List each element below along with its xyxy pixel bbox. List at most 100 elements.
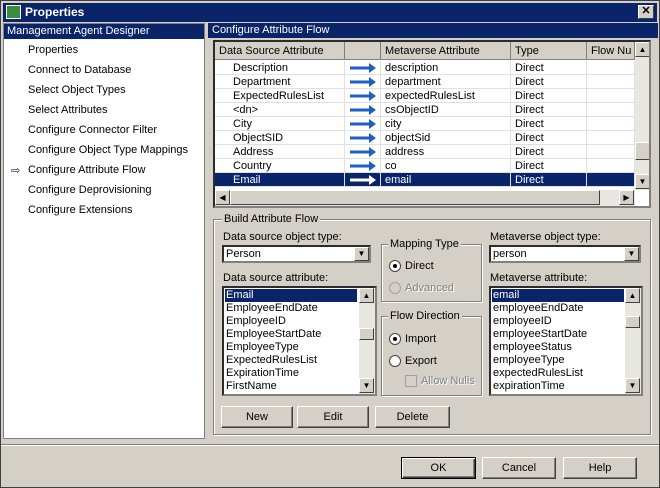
type-cell: Direct [511, 103, 587, 117]
mv-attribute-list[interactable]: email employeeEndDate employeeID employeeSt… [489, 286, 643, 396]
list-item[interactable]: EmployeeStartDate [225, 328, 357, 341]
flow-arrow-icon [350, 175, 376, 185]
metaverse-attribute-cell: address [381, 145, 511, 159]
column-header-arrow[interactable] [345, 42, 381, 60]
flow-arrow-cell [345, 103, 381, 117]
flow-null-cell [587, 159, 635, 173]
type-cell: Direct [511, 61, 587, 75]
nav-item-configure-extensions[interactable]: Configure Extensions [28, 204, 133, 216]
flow-null-cell [587, 89, 635, 103]
scroll-right-icon[interactable]: ▶ [619, 190, 634, 205]
ds-list-scroll-thumb[interactable] [359, 328, 374, 340]
ds-attribute-list[interactable]: Email EmployeeEndDate EmployeeID EmployeeSt… [222, 286, 377, 396]
advanced-radio[interactable] [389, 282, 401, 294]
list-item[interactable]: EmployeeType [225, 341, 357, 354]
list-item[interactable]: employeeStartDate [492, 328, 624, 341]
edit-button[interactable]: Edit [297, 406, 369, 428]
table-row[interactable]: <dn> csObjectID Direct [215, 103, 635, 117]
nav-item-configure-deprovisioning[interactable]: Configure Deprovisioning [28, 184, 152, 196]
grid-hscroll-thumb[interactable] [230, 190, 600, 205]
nav-item-connect-to-database[interactable]: Connect to Database [28, 64, 131, 76]
source-attribute-cell: ObjectSID [215, 131, 345, 145]
mapping-type-group: Mapping Type Direct Advanced [381, 238, 482, 302]
table-row[interactable]: Description description Direct [215, 61, 635, 75]
delete-button[interactable]: Delete [375, 406, 450, 428]
flow-arrow-cell [345, 117, 381, 131]
flow-arrow-cell [345, 75, 381, 89]
title-bar[interactable]: Properties ✕ [3, 3, 657, 22]
metaverse-attribute-cell: objectSid [381, 131, 511, 145]
table-row[interactable]: Email email Direct [215, 173, 635, 187]
scroll-left-icon[interactable]: ◀ [215, 190, 230, 205]
flow-null-cell [587, 145, 635, 159]
table-row[interactable]: Address address Direct [215, 145, 635, 159]
type-cell: Direct [511, 75, 587, 89]
help-button[interactable]: Help [563, 457, 637, 479]
list-item[interactable]: FirstName [225, 380, 357, 393]
list-item[interactable]: EmployeeID [225, 315, 357, 328]
table-row[interactable]: Country co Direct [215, 159, 635, 173]
nav-item-select-object-types[interactable]: Select Object Types [28, 84, 126, 96]
build-attribute-flow-label: Build Attribute Flow [222, 213, 321, 225]
grid-horizontal-scrollbar[interactable]: ◀ ▶ [215, 190, 635, 206]
list-item[interactable]: employeeEndDate [492, 302, 624, 315]
column-header-type[interactable]: Type [511, 42, 587, 60]
allow-nulls-checkbox[interactable] [405, 375, 417, 387]
scroll-down-icon[interactable]: ▼ [359, 378, 374, 393]
nav-item-select-attributes[interactable]: Select Attributes [28, 104, 108, 116]
column-header-source[interactable]: Data Source Attribute [215, 42, 345, 60]
ds-object-type-select[interactable]: Person ▼ [222, 245, 371, 263]
list-item[interactable]: employeeType [492, 354, 624, 367]
ok-button[interactable]: OK [401, 457, 476, 479]
mv-list-scroll-thumb[interactable] [625, 316, 640, 328]
column-header-flow-null[interactable]: Flow Nu [587, 42, 635, 60]
chevron-down-icon[interactable]: ▼ [624, 247, 639, 261]
nav-item-configure-connector-filter[interactable]: Configure Connector Filter [28, 124, 157, 136]
scroll-up-icon[interactable]: ▲ [625, 288, 640, 303]
flow-arrow-icon [350, 77, 376, 87]
list-item[interactable]: email [492, 289, 624, 302]
attribute-flow-grid[interactable]: Data Source Attribute Metaverse Attribut… [213, 40, 651, 208]
cancel-button[interactable]: Cancel [482, 457, 556, 479]
mv-object-type-select[interactable]: person ▼ [489, 245, 641, 263]
scroll-up-icon[interactable]: ▲ [635, 42, 649, 57]
new-button[interactable]: New [221, 406, 293, 428]
metaverse-attribute-cell: department [381, 75, 511, 89]
list-item[interactable]: EmployeeEndDate [225, 302, 357, 315]
list-item[interactable]: ExpirationTime [225, 367, 357, 380]
table-row[interactable]: ExpectedRulesList expectedRulesList Direct [215, 89, 635, 103]
direct-radio[interactable] [389, 260, 401, 272]
table-row[interactable]: City city Direct [215, 117, 635, 131]
ds-attribute-label: Data source attribute: [223, 272, 329, 284]
flow-null-cell [587, 173, 635, 187]
chevron-down-icon[interactable]: ▼ [354, 247, 369, 261]
close-button[interactable]: ✕ [638, 5, 654, 19]
list-item[interactable]: Email [225, 289, 357, 302]
scroll-down-icon[interactable]: ▼ [625, 378, 640, 393]
export-radio[interactable] [389, 355, 401, 367]
app-icon [6, 5, 21, 19]
list-item[interactable]: employeeID [492, 315, 624, 328]
type-cell: Direct [511, 117, 587, 131]
import-radio[interactable] [389, 333, 401, 345]
window-title: Properties [25, 5, 85, 19]
scroll-up-icon[interactable]: ▲ [359, 288, 374, 303]
grid-vertical-scrollbar[interactable]: ▲ ▼ [635, 42, 649, 190]
footer-separator [1, 444, 659, 446]
table-row[interactable]: ObjectSID objectSid Direct [215, 131, 635, 145]
list-item[interactable]: ExpectedRulesList [225, 354, 357, 367]
ds-list-scrollbar[interactable]: ▲ ▼ [359, 288, 375, 394]
list-item[interactable]: employeeStatus [492, 341, 624, 354]
flow-null-cell [587, 117, 635, 131]
scroll-down-icon[interactable]: ▼ [635, 174, 649, 189]
nav-item-properties[interactable]: Properties [28, 44, 78, 56]
mv-list-scrollbar[interactable]: ▲ ▼ [625, 288, 641, 394]
table-row[interactable]: Department department Direct [215, 75, 635, 89]
flow-null-cell [587, 61, 635, 75]
nav-item-configure-attribute-flow[interactable]: Configure Attribute Flow [28, 164, 145, 176]
list-item[interactable]: expectedRulesList [492, 367, 624, 380]
nav-item-configure-object-type-mappings[interactable]: Configure Object Type Mappings [28, 144, 188, 156]
list-item[interactable]: expirationTime [492, 380, 624, 393]
grid-vscroll-thumb[interactable] [635, 142, 649, 160]
column-header-metaverse[interactable]: Metaverse Attribute [381, 42, 511, 60]
